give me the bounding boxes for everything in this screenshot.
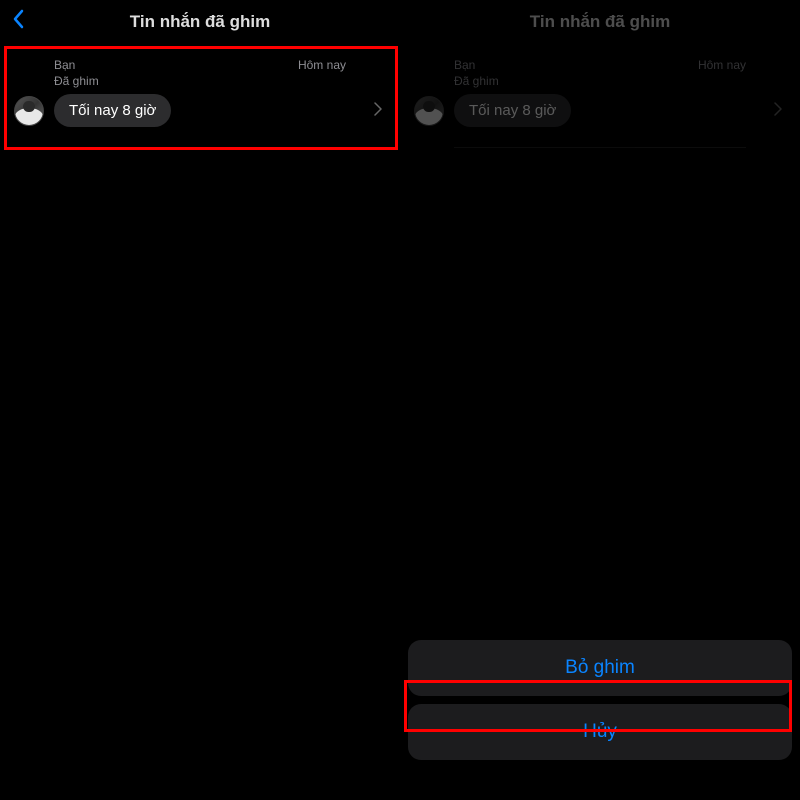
page-title: Tin nhắn đã ghim (12, 12, 388, 32)
unpin-button[interactable]: Bỏ ghim (408, 640, 792, 696)
avatar (414, 96, 444, 126)
pinned-message-content: Bạn Hôm nay Đã ghim Tối nay 8 giờ (400, 44, 800, 148)
divider (54, 147, 346, 148)
header: Tin nhắn đã ghim (400, 0, 800, 44)
back-button[interactable] (12, 8, 24, 36)
chevron-right-icon (374, 100, 386, 121)
pinned-status-label: Đã ghim (414, 74, 786, 94)
chevron-left-icon (12, 9, 24, 29)
meta-row: Bạn Hôm nay (414, 58, 786, 74)
pinned-message-row[interactable]: Tối nay 8 giờ (14, 94, 386, 127)
cancel-button[interactable]: Hủy (408, 704, 792, 760)
message-bubble: Tối nay 8 giờ (454, 94, 571, 127)
header: Tin nhắn đã ghim (0, 0, 400, 44)
action-sheet: Bỏ ghim Hủy (408, 640, 792, 792)
avatar (14, 96, 44, 126)
message-bubble: Tối nay 8 giờ (54, 94, 171, 127)
pinned-status-label: Đã ghim (14, 74, 386, 94)
page-title: Tin nhắn đã ghim (412, 12, 788, 32)
divider (454, 147, 746, 148)
timestamp-label: Hôm nay (298, 58, 346, 72)
chevron-right-icon (774, 100, 786, 121)
timestamp-label: Hôm nay (698, 58, 746, 72)
pinned-message-row[interactable]: Tối nay 8 giờ (414, 94, 786, 127)
sender-label: Bạn (54, 58, 75, 72)
meta-row: Bạn Hôm nay (14, 58, 386, 74)
pinned-message-content: Bạn Hôm nay Đã ghim Tối nay 8 giờ (0, 44, 400, 148)
sender-label: Bạn (454, 58, 475, 72)
